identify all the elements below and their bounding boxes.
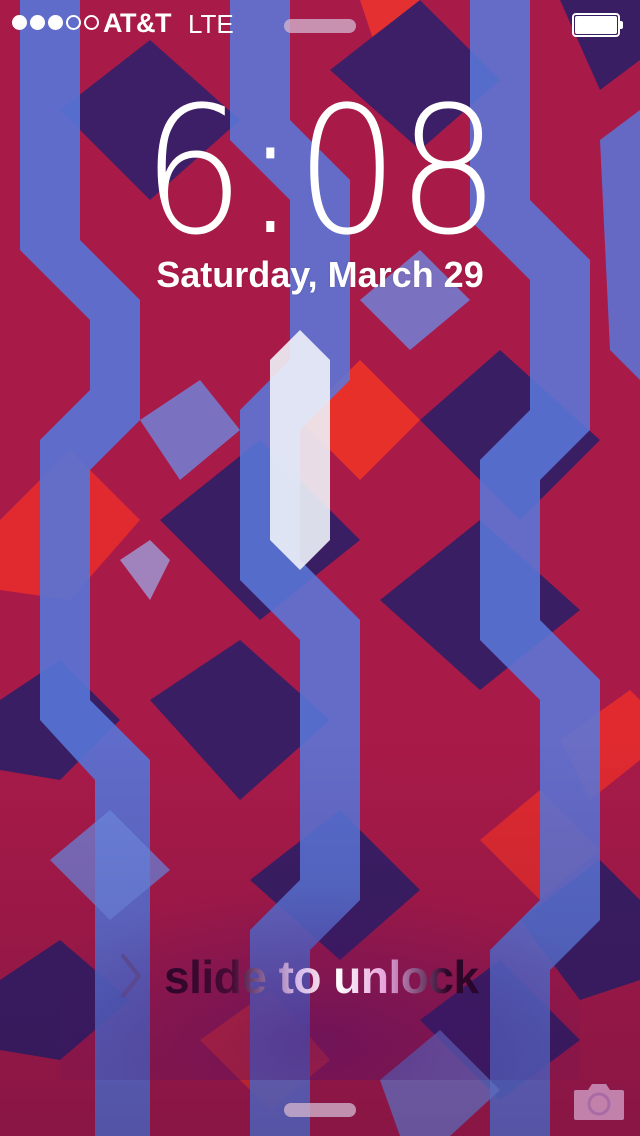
chevron-right-icon: [121, 954, 141, 998]
lock-screen-date: Saturday, March 29: [156, 254, 484, 295]
signal-dot: [12, 15, 27, 30]
signal-dot: [30, 15, 45, 30]
lock-screen-time: 6:08: [141, 69, 500, 274]
camera-icon[interactable]: [572, 1080, 626, 1122]
signal-dot: [48, 15, 63, 30]
battery-level: [575, 16, 617, 34]
network-type: LTE: [188, 9, 234, 39]
slide-to-unlock-label: slide to unlock: [164, 951, 479, 1003]
notification-center-grabber[interactable]: [284, 19, 356, 33]
signal-dot: [84, 15, 99, 30]
carrier-name: AT&T: [103, 8, 171, 38]
signal-strength-icon: [12, 15, 99, 30]
control-center-grabber[interactable]: [284, 1103, 356, 1117]
battery-icon: [572, 13, 624, 37]
signal-dot: [66, 15, 81, 30]
battery-cap: [620, 21, 623, 29]
slide-to-unlock[interactable]: slide to unlock: [0, 940, 640, 1020]
